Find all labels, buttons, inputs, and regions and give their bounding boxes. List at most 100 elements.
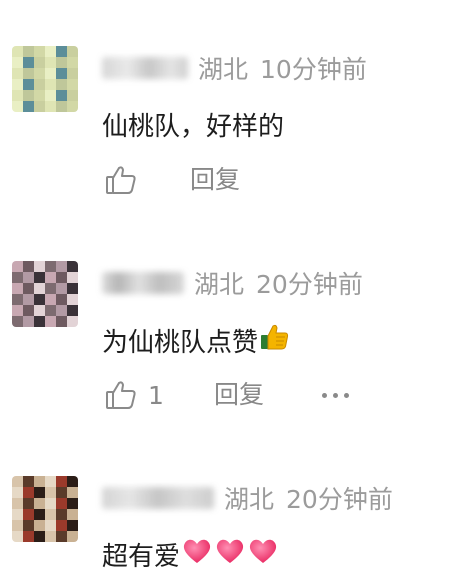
avatar-mosaic-cell	[23, 316, 34, 327]
avatar-mosaic-cell	[45, 498, 56, 509]
avatar-mosaic-cell	[34, 487, 45, 498]
avatar-mosaic-cell	[12, 498, 23, 509]
avatar-mosaic-cell	[67, 498, 78, 509]
avatar-mosaic-cell	[67, 261, 78, 272]
comment-meta: 湖北 10分钟前	[102, 52, 367, 84]
avatar-mosaic-cell	[12, 261, 23, 272]
comment-time: 20分钟前	[286, 485, 393, 514]
avatar-mosaic-cell	[45, 305, 56, 316]
avatar-mosaic-cell	[67, 79, 78, 90]
avatar-mosaic-cell	[45, 261, 56, 272]
avatar-mosaic-cell	[34, 283, 45, 294]
avatar-mosaic-cell	[67, 487, 78, 498]
avatar-mosaic-cell	[67, 68, 78, 79]
avatar-mosaic-cell	[56, 476, 67, 487]
avatar-mosaic-cell	[56, 498, 67, 509]
comment-text: 为仙桃队点赞	[102, 322, 289, 359]
comment-meta: 湖北 20分钟前	[102, 267, 363, 299]
comment-list: 湖北 10分钟前 仙桃队，好样的 回复 湖北 20分钟前 为仙桃队点赞 1 回复…	[0, 0, 469, 572]
comment-text-content: 超有爱	[102, 542, 181, 572]
avatar-mosaic-cell	[34, 57, 45, 68]
avatar-mosaic-cell	[45, 90, 56, 101]
avatar-mosaic-cell	[12, 509, 23, 520]
username-blurred[interactable]	[102, 272, 184, 294]
avatar-mosaic-cell	[12, 283, 23, 294]
more-options-icon[interactable]	[322, 377, 349, 413]
avatar-mosaic-cell	[23, 487, 34, 498]
avatar-mosaic-cell	[56, 520, 67, 531]
avatar-mosaic-cell	[45, 531, 56, 542]
avatar-mosaic-cell	[45, 316, 56, 327]
avatar-mosaic-cell	[23, 46, 34, 57]
reply-button[interactable]: 回复	[214, 377, 264, 413]
avatar-mosaic-cell	[23, 57, 34, 68]
avatar-mosaic-cell	[67, 305, 78, 316]
avatar-mosaic-cell	[34, 261, 45, 272]
avatar-mosaic-cell	[56, 79, 67, 90]
avatar-mosaic-cell	[23, 283, 34, 294]
avatar-mosaic-cell	[56, 509, 67, 520]
avatar-mosaic-cell	[56, 487, 67, 498]
avatar-mosaic-cell	[23, 261, 34, 272]
thumbs-up-emoji-icon	[259, 322, 289, 359]
comment-time: 20分钟前	[256, 270, 363, 299]
avatar-mosaic-cell	[23, 305, 34, 316]
avatar-mosaic-cell	[23, 272, 34, 283]
comment-actions	[104, 162, 148, 198]
comment-location: 湖北	[224, 485, 275, 514]
like-icon[interactable]	[104, 378, 138, 412]
avatar-mosaic-cell	[34, 294, 45, 305]
avatar-mosaic-cell	[45, 68, 56, 79]
avatar-mosaic-cell	[56, 305, 67, 316]
reply-button[interactable]: 回复	[190, 162, 240, 198]
avatar-mosaic-cell	[67, 520, 78, 531]
comment-text: 仙桃队，好样的	[102, 106, 284, 143]
avatar-mosaic-cell	[34, 509, 45, 520]
comment-text-content: 为仙桃队点赞	[102, 328, 259, 358]
avatar-mosaic-cell	[56, 294, 67, 305]
avatar-mosaic-cell	[12, 316, 23, 327]
avatar-mosaic-cell	[56, 531, 67, 542]
comment-location: 湖北	[198, 55, 249, 84]
avatar-mosaic-cell	[45, 294, 56, 305]
avatar-mosaic-cell	[45, 272, 56, 283]
avatar-mosaic-cell	[45, 520, 56, 531]
avatar-mosaic-cell	[12, 476, 23, 487]
avatar-mosaic-cell	[23, 101, 34, 112]
avatar-mosaic-cell	[34, 90, 45, 101]
avatar[interactable]	[12, 476, 78, 542]
avatar[interactable]	[12, 46, 78, 112]
avatar-mosaic-cell	[56, 272, 67, 283]
avatar-mosaic-cell	[34, 476, 45, 487]
avatar-mosaic-cell	[23, 531, 34, 542]
avatar-mosaic-cell	[67, 46, 78, 57]
hearts-emoji-icon	[181, 536, 281, 572]
comment-time: 10分钟前	[260, 55, 367, 84]
avatar-mosaic-cell	[56, 68, 67, 79]
avatar-mosaic-cell	[67, 57, 78, 68]
avatar-mosaic-cell	[56, 261, 67, 272]
username-blurred[interactable]	[102, 487, 214, 509]
avatar-mosaic-cell	[67, 476, 78, 487]
avatar-mosaic-cell	[23, 520, 34, 531]
avatar-mosaic-cell	[67, 531, 78, 542]
avatar-mosaic-cell	[12, 531, 23, 542]
like-icon[interactable]	[104, 163, 138, 197]
avatar-mosaic-cell	[12, 79, 23, 90]
avatar-mosaic-cell	[23, 509, 34, 520]
avatar-mosaic-cell	[23, 294, 34, 305]
avatar-mosaic-cell	[56, 316, 67, 327]
avatar-mosaic-cell	[34, 316, 45, 327]
comment-actions: 1	[104, 377, 164, 413]
avatar[interactable]	[12, 261, 78, 327]
avatar-mosaic-cell	[23, 68, 34, 79]
avatar-mosaic-cell	[67, 294, 78, 305]
avatar-mosaic-cell	[34, 46, 45, 57]
avatar-mosaic-cell	[67, 316, 78, 327]
comment-text: 超有爱	[102, 536, 281, 572]
avatar-mosaic-cell	[45, 476, 56, 487]
username-blurred[interactable]	[102, 57, 188, 79]
avatar-mosaic-cell	[67, 272, 78, 283]
avatar-mosaic-cell	[67, 101, 78, 112]
avatar-mosaic-cell	[45, 101, 56, 112]
